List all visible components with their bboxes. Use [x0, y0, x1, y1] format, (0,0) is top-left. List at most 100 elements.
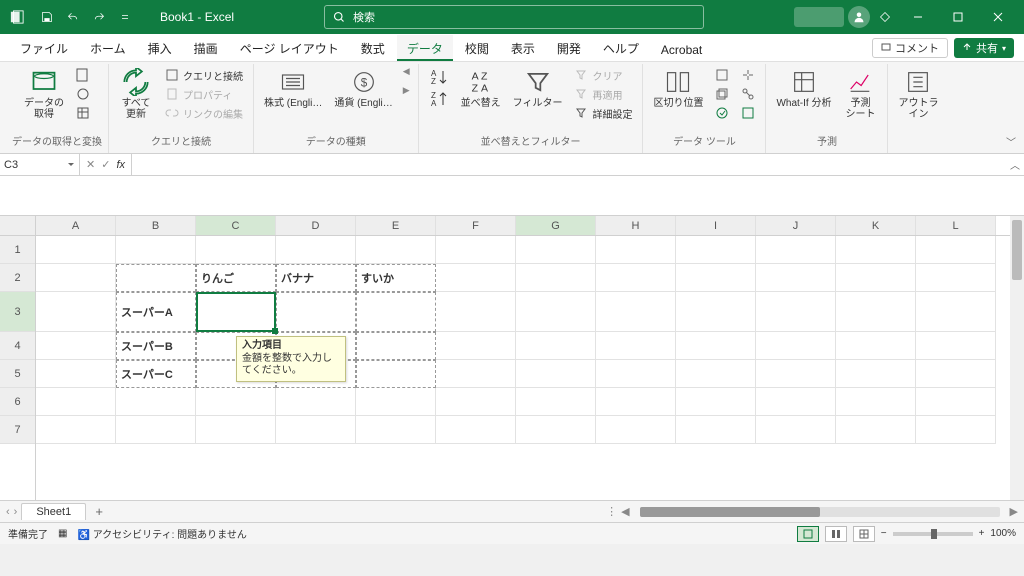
col-header[interactable]: F: [436, 216, 516, 235]
cell[interactable]: [836, 360, 916, 388]
cell[interactable]: [436, 416, 516, 444]
cell[interactable]: [836, 292, 916, 332]
cell[interactable]: [596, 416, 676, 444]
hscroll-left-icon[interactable]: ◀: [621, 505, 629, 518]
cell[interactable]: [676, 388, 756, 416]
row-header[interactable]: 4: [0, 332, 35, 360]
cell[interactable]: [356, 332, 436, 360]
tab-help[interactable]: ヘルプ: [593, 35, 649, 61]
cell[interactable]: [676, 360, 756, 388]
outline-button[interactable]: アウトラ イン: [894, 66, 942, 122]
get-data-button[interactable]: データの 取得: [20, 66, 68, 122]
fx-icon[interactable]: fx: [114, 159, 127, 171]
cell[interactable]: [276, 416, 356, 444]
cell[interactable]: スーパーA: [116, 292, 196, 332]
vertical-scrollbar[interactable]: [1010, 216, 1024, 500]
from-table-icon[interactable]: [72, 104, 94, 122]
add-sheet-button[interactable]: +: [90, 504, 108, 519]
cell[interactable]: [836, 416, 916, 444]
cell[interactable]: [916, 388, 996, 416]
cell[interactable]: [916, 292, 996, 332]
sort-button[interactable]: AZZA並べ替え: [457, 66, 505, 111]
cell[interactable]: [596, 292, 676, 332]
cell[interactable]: スーパーB: [116, 332, 196, 360]
cell[interactable]: [916, 236, 996, 264]
tab-formulas[interactable]: 数式: [351, 35, 395, 61]
close-button[interactable]: [980, 3, 1016, 31]
sort-az-icon[interactable]: AZ: [425, 66, 453, 88]
account-name[interactable]: [794, 7, 844, 27]
cell[interactable]: [436, 264, 516, 292]
cell[interactable]: [756, 292, 836, 332]
cell[interactable]: [516, 264, 596, 292]
maximize-button[interactable]: [940, 3, 976, 31]
cell[interactable]: [276, 388, 356, 416]
formula-bar-expanded[interactable]: [0, 176, 1024, 216]
row-header[interactable]: 6: [0, 388, 35, 416]
remove-dup-icon[interactable]: [711, 85, 733, 103]
col-header[interactable]: G: [516, 216, 596, 235]
expand-formula-bar-icon[interactable]: ︿: [1010, 157, 1020, 172]
cell[interactable]: [116, 236, 196, 264]
cell[interactable]: [836, 236, 916, 264]
row-header[interactable]: 5: [0, 360, 35, 388]
cell[interactable]: りんご: [196, 264, 276, 292]
cell[interactable]: [36, 360, 116, 388]
diamond-icon[interactable]: [874, 6, 896, 28]
cell[interactable]: [836, 388, 916, 416]
horizontal-scrollbar[interactable]: [640, 507, 1000, 517]
cell[interactable]: [596, 360, 676, 388]
tab-developer[interactable]: 開発: [547, 35, 591, 61]
tab-review[interactable]: 校閲: [455, 35, 499, 61]
cell[interactable]: [916, 264, 996, 292]
tab-insert[interactable]: 挿入: [138, 35, 182, 61]
sheet-prev-icon[interactable]: ‹: [6, 506, 10, 518]
cell[interactable]: [676, 332, 756, 360]
cell[interactable]: [916, 360, 996, 388]
forecast-sheet-button[interactable]: 予測 シート: [839, 66, 881, 122]
save-icon[interactable]: [36, 6, 58, 28]
cell[interactable]: [756, 360, 836, 388]
name-box[interactable]: C3: [0, 154, 80, 175]
col-header[interactable]: I: [676, 216, 756, 235]
col-header[interactable]: H: [596, 216, 676, 235]
filter-button[interactable]: フィルター: [509, 66, 567, 111]
cell[interactable]: [36, 388, 116, 416]
row-header[interactable]: 1: [0, 236, 35, 264]
page-break-view-icon[interactable]: [853, 526, 875, 542]
cell[interactable]: [596, 264, 676, 292]
sheet-tab[interactable]: Sheet1: [21, 503, 86, 520]
share-button[interactable]: 共有▾: [954, 38, 1014, 58]
chevron-right-icon[interactable]: ▶: [403, 85, 410, 96]
cell[interactable]: [516, 292, 596, 332]
cell[interactable]: [516, 332, 596, 360]
zoom-level[interactable]: 100%: [990, 528, 1016, 539]
cell[interactable]: [356, 416, 436, 444]
cell[interactable]: [596, 332, 676, 360]
cell[interactable]: [196, 236, 276, 264]
consolidate-icon[interactable]: [737, 66, 759, 84]
sort-za-icon[interactable]: ZA: [425, 88, 453, 110]
row-header[interactable]: 7: [0, 416, 35, 444]
col-header[interactable]: D: [276, 216, 356, 235]
cell[interactable]: [436, 388, 516, 416]
col-header[interactable]: E: [356, 216, 436, 235]
cell[interactable]: [516, 236, 596, 264]
text-to-columns-button[interactable]: 区切り位置: [649, 66, 707, 111]
row-header[interactable]: 3: [0, 292, 35, 332]
refresh-all-button[interactable]: すべて 更新: [115, 66, 157, 122]
from-web-icon[interactable]: [72, 85, 94, 103]
cell[interactable]: [36, 264, 116, 292]
reapply-button[interactable]: 再適用: [570, 85, 636, 103]
properties-button[interactable]: プロパティ: [161, 85, 247, 103]
formula-bar[interactable]: ︿: [132, 154, 1024, 175]
collapse-ribbon-icon[interactable]: ﹀: [1006, 134, 1016, 149]
cell[interactable]: [436, 360, 516, 388]
cell[interactable]: [756, 264, 836, 292]
edit-links-button[interactable]: リンクの編集: [161, 104, 247, 122]
col-header[interactable]: A: [36, 216, 116, 235]
cell[interactable]: [916, 332, 996, 360]
whatif-button[interactable]: What-If 分析: [772, 66, 835, 111]
tab-draw[interactable]: 描画: [184, 35, 228, 61]
normal-view-icon[interactable]: [797, 526, 819, 542]
